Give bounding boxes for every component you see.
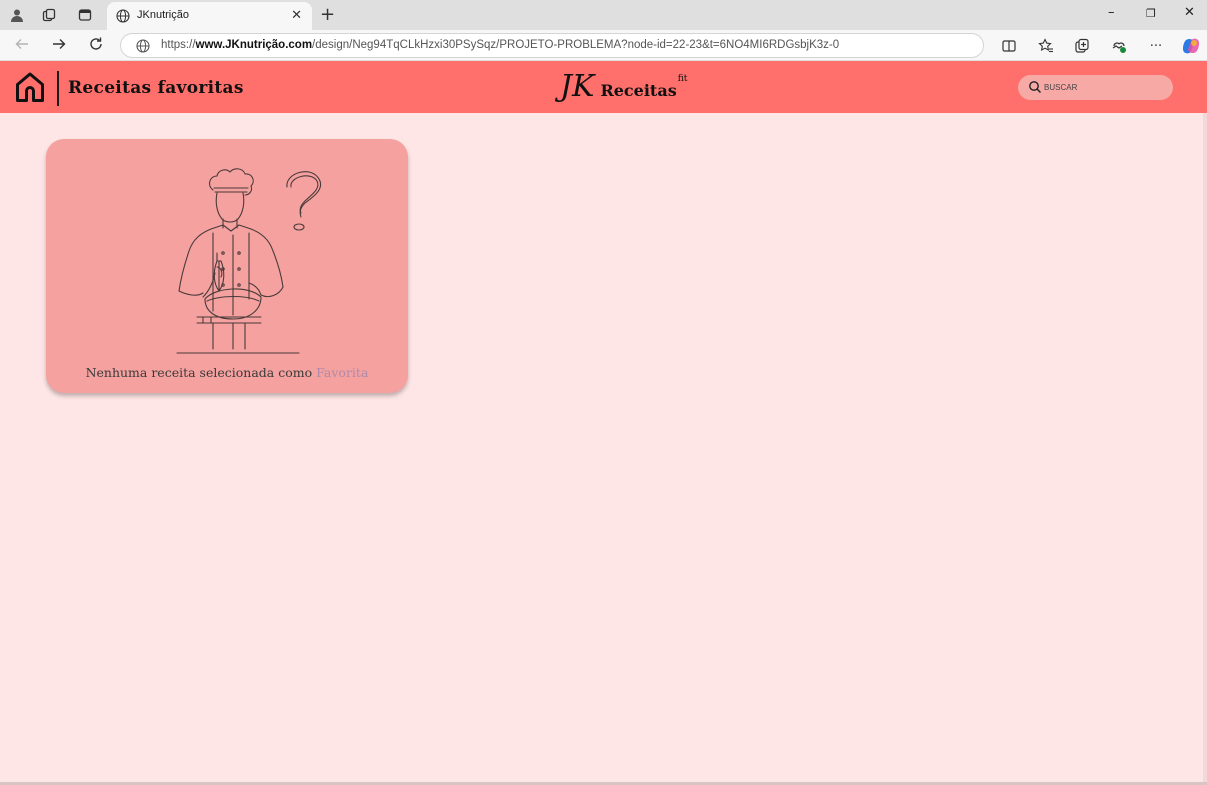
restore-button[interactable]: ❐ [1146, 7, 1156, 20]
empty-message-text: Nenhuma receita selecionada como [85, 365, 317, 380]
address-bar[interactable]: https://www.JKnutrição.com/design/Neg94T… [120, 33, 984, 58]
page-title: Receitas favoritas [68, 78, 244, 98]
brand-superscript: fit [677, 74, 688, 84]
favorita-accent-text: Favorita [316, 365, 369, 380]
favorites-star-icon[interactable] [1037, 37, 1055, 55]
minimize-button[interactable]: – [1108, 5, 1115, 20]
more-options-icon[interactable]: ··· [1147, 37, 1165, 55]
home-button[interactable] [15, 71, 45, 103]
back-icon[interactable] [14, 36, 30, 56]
url-text[interactable]: https://www.JKnutrição.com/design/Neg94T… [161, 39, 839, 51]
tab-title: JKnutrição [137, 9, 189, 21]
chef-with-question-mark-icon [176, 168, 322, 354]
extensions-icon[interactable] [1110, 37, 1128, 55]
browser-tab-bar: JKnutrição ✕ + – ❐ ✕ [0, 0, 1207, 30]
forward-icon[interactable] [51, 36, 67, 56]
reading-view-icon[interactable] [1000, 37, 1018, 55]
brand-logo-mark: JK [560, 69, 595, 104]
globe-icon [115, 8, 131, 24]
home-icon [16, 72, 44, 102]
header-divider [57, 71, 59, 106]
new-tab-button[interactable]: + [320, 4, 335, 25]
site-info-icon[interactable] [135, 38, 151, 54]
collections-icon[interactable] [41, 7, 57, 23]
search-box[interactable] [1018, 75, 1173, 100]
url-path: /design/Neg94TqCLkHzxi30PSySqz/PROJETO-P… [312, 39, 840, 51]
tab-actions-icon[interactable] [77, 7, 93, 23]
empty-favorites-message: Nenhuma receita selecionada como Favorit… [46, 365, 408, 380]
profile-icon[interactable] [9, 7, 25, 23]
brand-name: Receitas [600, 80, 677, 100]
app-header: Receitas favoritas JK Receitas fit [0, 61, 1207, 113]
url-host: www.JKnutrição.com [195, 39, 313, 51]
copilot-icon[interactable] [1182, 37, 1200, 55]
refresh-icon[interactable] [88, 36, 104, 56]
collections-toolbar-icon[interactable] [1073, 37, 1091, 55]
search-input[interactable] [1044, 78, 1164, 97]
url-prefix: https:// [161, 39, 196, 51]
tab-close-icon[interactable]: ✕ [291, 8, 302, 23]
search-icon[interactable] [1028, 80, 1042, 94]
browser-toolbar: https://www.JKnutrição.com/design/Neg94T… [0, 30, 1207, 61]
active-tab[interactable]: JKnutrição ✕ [107, 2, 312, 30]
close-window-button[interactable]: ✕ [1184, 5, 1195, 20]
empty-favorites-card: Nenhuma receita selecionada como Favorit… [46, 139, 408, 393]
brand-logo[interactable]: JK Receitas fit [560, 69, 687, 105]
page-scrollbar[interactable] [1203, 113, 1207, 785]
